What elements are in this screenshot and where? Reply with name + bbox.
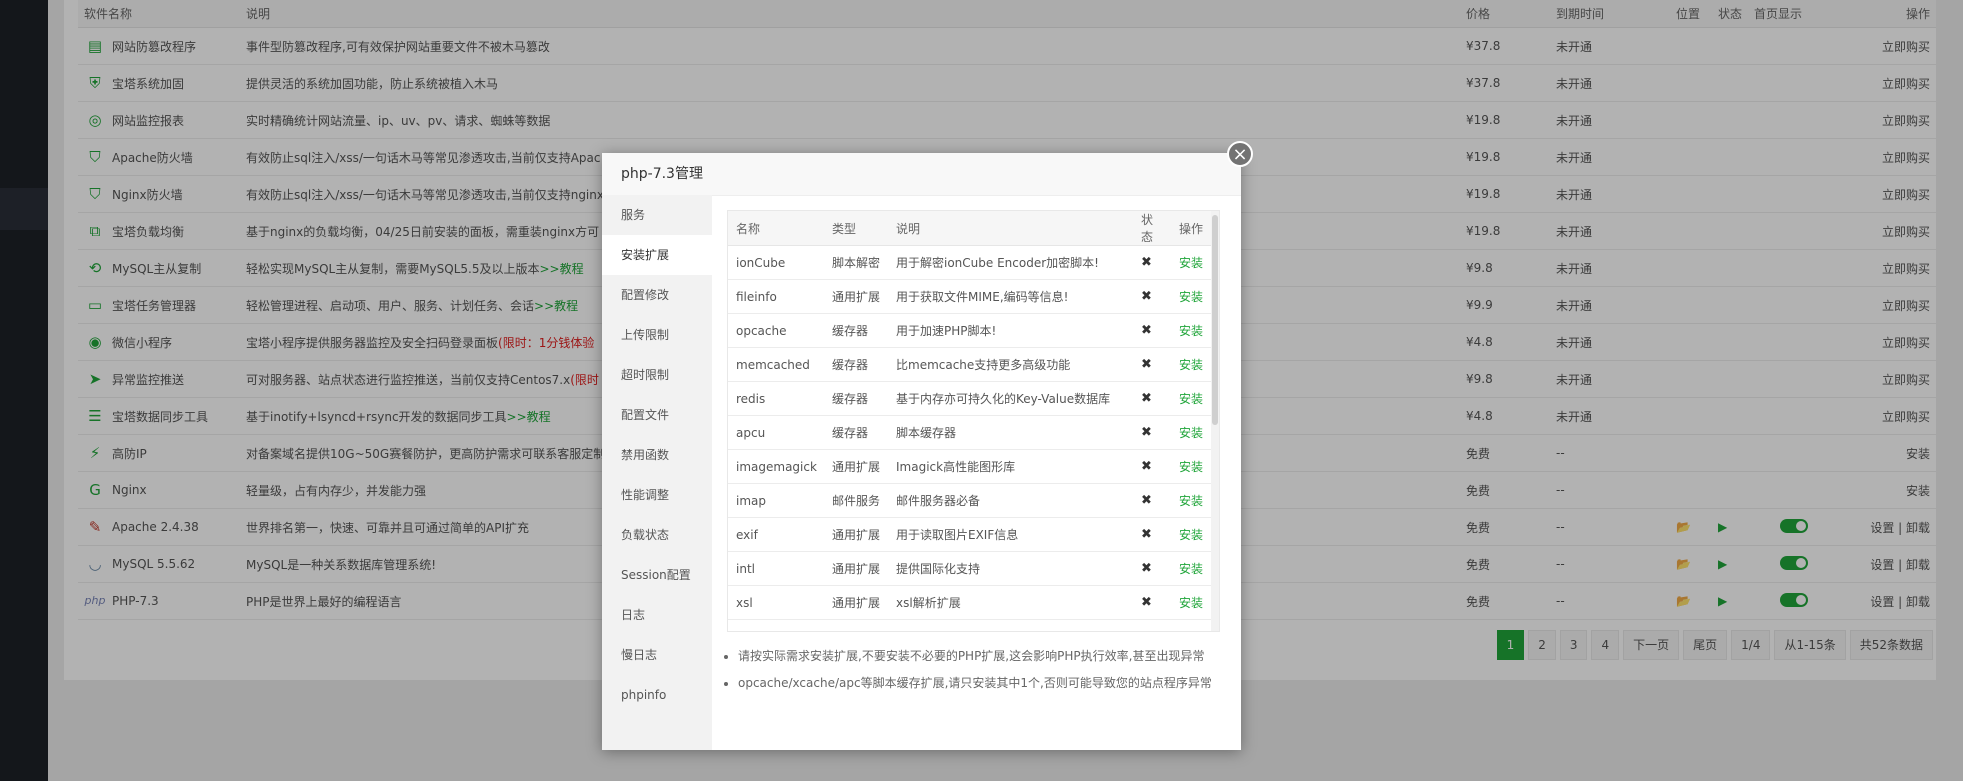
ext-column-header: 说明	[888, 211, 1133, 246]
ext-desc: 用于获取文件MIME,编码等信息!	[888, 279, 1133, 314]
not-installed-icon: ✖	[1133, 279, 1171, 314]
menu-item[interactable]: 上传限制	[602, 315, 712, 355]
ext-name: exif	[728, 517, 824, 552]
ext-name: apcu	[728, 415, 824, 450]
ext-desc: 用于加速PHP脚本!	[888, 313, 1133, 348]
menu-item[interactable]: 负载状态	[602, 515, 712, 555]
extension-row: redis 缓存器 基于内存亦可持久化的Key-Value数据库 ✖ 安装	[728, 381, 1219, 416]
ext-type: 邮件服务	[824, 483, 888, 518]
extension-table-header: 名称 类型 说明 状态 操作	[728, 211, 1219, 246]
extension-row: apcu 缓存器 脚本缓存器 ✖ 安装	[728, 415, 1219, 450]
ext-desc: 邮件服务器必备	[888, 483, 1133, 518]
php-manage-modal: php-7.3管理 × 服务 安装扩展 配置修改 上传限制 超时限制 配置文件 禁用函数 性能…	[602, 141, 1253, 750]
not-installed-icon: ✖	[1133, 245, 1171, 280]
not-installed-icon: ✖	[1133, 313, 1171, 348]
not-installed-icon: ✖	[1133, 347, 1171, 382]
ext-name: intl	[728, 551, 824, 586]
not-installed-icon: ✖	[1133, 585, 1171, 620]
menu-item[interactable]: 超时限制	[602, 355, 712, 395]
menu-item[interactable]: 配置文件	[602, 395, 712, 435]
menu-item[interactable]: 配置修改	[602, 275, 712, 315]
ext-type: 通用扩展	[824, 279, 888, 314]
ext-name: xsl	[728, 585, 824, 620]
ext-name: opcache	[728, 313, 824, 348]
ext-column-header: 类型	[824, 211, 888, 246]
extension-row: imap 邮件服务 邮件服务器必备 ✖ 安装	[728, 483, 1219, 518]
extension-notes: 请按实际需求安装扩展,不要安装不必要的PHP扩展,这会影响PHP执行效率,甚至出…	[724, 643, 1238, 697]
ext-type: 通用扩展	[824, 585, 888, 620]
ext-desc: xsl解析扩展	[888, 585, 1133, 620]
extension-row: intl 通用扩展 提供国际化支持 ✖ 安装	[728, 551, 1219, 586]
ext-type: 缓存器	[824, 415, 888, 450]
menu-item[interactable]: 禁用函数	[602, 435, 712, 475]
not-installed-icon: ✖	[1133, 415, 1171, 450]
extension-scrollbar[interactable]	[1211, 211, 1219, 631]
scrollbar-thumb[interactable]	[1212, 215, 1218, 425]
ext-column-header: 状态	[1133, 211, 1171, 246]
ext-type: 缓存器	[824, 313, 888, 348]
modal-title: php-7.3管理	[602, 153, 1241, 196]
ext-name: redis	[728, 381, 824, 416]
ext-name: ionCube	[728, 245, 824, 280]
extension-row: ionCube 脚本解密 用于解密ionCube Encoder加密脚本! ✖ 安装	[728, 245, 1219, 280]
ext-name: imagemagick	[728, 449, 824, 484]
ext-name: fileinfo	[728, 279, 824, 314]
menu-item[interactable]: 慢日志	[602, 635, 712, 675]
note-item: opcache/xcache/apc等脚本缓存扩展,请只安装其中1个,否则可能导…	[738, 670, 1238, 697]
ext-desc: 用于解密ionCube Encoder加密脚本!	[888, 245, 1133, 280]
ext-type: 通用扩展	[824, 551, 888, 586]
menu-item[interactable]: 安装扩展	[602, 235, 712, 275]
extension-row: imagemagick 通用扩展 Imagick高性能图形库 ✖ 安装	[728, 449, 1219, 484]
menu-item[interactable]: phpinfo	[602, 675, 712, 715]
not-installed-icon: ✖	[1133, 517, 1171, 552]
ext-name: imap	[728, 483, 824, 518]
menu-item[interactable]: 日志	[602, 595, 712, 635]
ext-type: 缓存器	[824, 381, 888, 416]
ext-type: 缓存器	[824, 347, 888, 382]
ext-desc: Imagick高性能图形库	[888, 449, 1133, 484]
ext-type: 通用扩展	[824, 449, 888, 484]
extension-row: xsl 通用扩展 xsl解析扩展 ✖ 安装	[728, 585, 1219, 620]
ext-name: memcached	[728, 347, 824, 382]
menu-item[interactable]: Session配置	[602, 555, 712, 595]
ext-type: 通用扩展	[824, 517, 888, 552]
ext-desc: 提供国际化支持	[888, 551, 1133, 586]
ext-desc: 基于内存亦可持久化的Key-Value数据库	[888, 381, 1133, 416]
ext-desc: 脚本缓存器	[888, 415, 1133, 450]
not-installed-icon: ✖	[1133, 551, 1171, 586]
extension-table-wrapper: 名称 类型 说明 状态 操作 ionCube 脚本解密 用于解密ionCube Encode…	[727, 210, 1220, 632]
menu-item[interactable]: 性能调整	[602, 475, 712, 515]
extension-table: 名称 类型 说明 状态 操作 ionCube 脚本解密 用于解密ionCube Encode…	[728, 211, 1219, 620]
ext-column-header: 名称	[728, 211, 824, 246]
close-icon[interactable]: ×	[1227, 141, 1253, 167]
extension-row: exif 通用扩展 用于读取图片EXIF信息 ✖ 安装	[728, 517, 1219, 552]
ext-type: 脚本解密	[824, 245, 888, 280]
not-installed-icon: ✖	[1133, 381, 1171, 416]
ext-desc: 用于读取图片EXIF信息	[888, 517, 1133, 552]
menu-item[interactable]: 服务	[602, 195, 712, 235]
ext-desc: 比memcache支持更多高级功能	[888, 347, 1133, 382]
extension-row: opcache 缓存器 用于加速PHP脚本! ✖ 安装	[728, 313, 1219, 348]
modal-side-menu: 服务 安装扩展 配置修改 上传限制 超时限制 配置文件 禁用函数 性能调整 负载状态 Sessio…	[602, 195, 712, 750]
extension-row: fileinfo 通用扩展 用于获取文件MIME,编码等信息! ✖ 安装	[728, 279, 1219, 314]
not-installed-icon: ✖	[1133, 449, 1171, 484]
not-installed-icon: ✖	[1133, 483, 1171, 518]
extension-row: memcached 缓存器 比memcache支持更多高级功能 ✖ 安装	[728, 347, 1219, 382]
note-item: 请按实际需求安装扩展,不要安装不必要的PHP扩展,这会影响PHP执行效率,甚至出…	[738, 643, 1238, 670]
